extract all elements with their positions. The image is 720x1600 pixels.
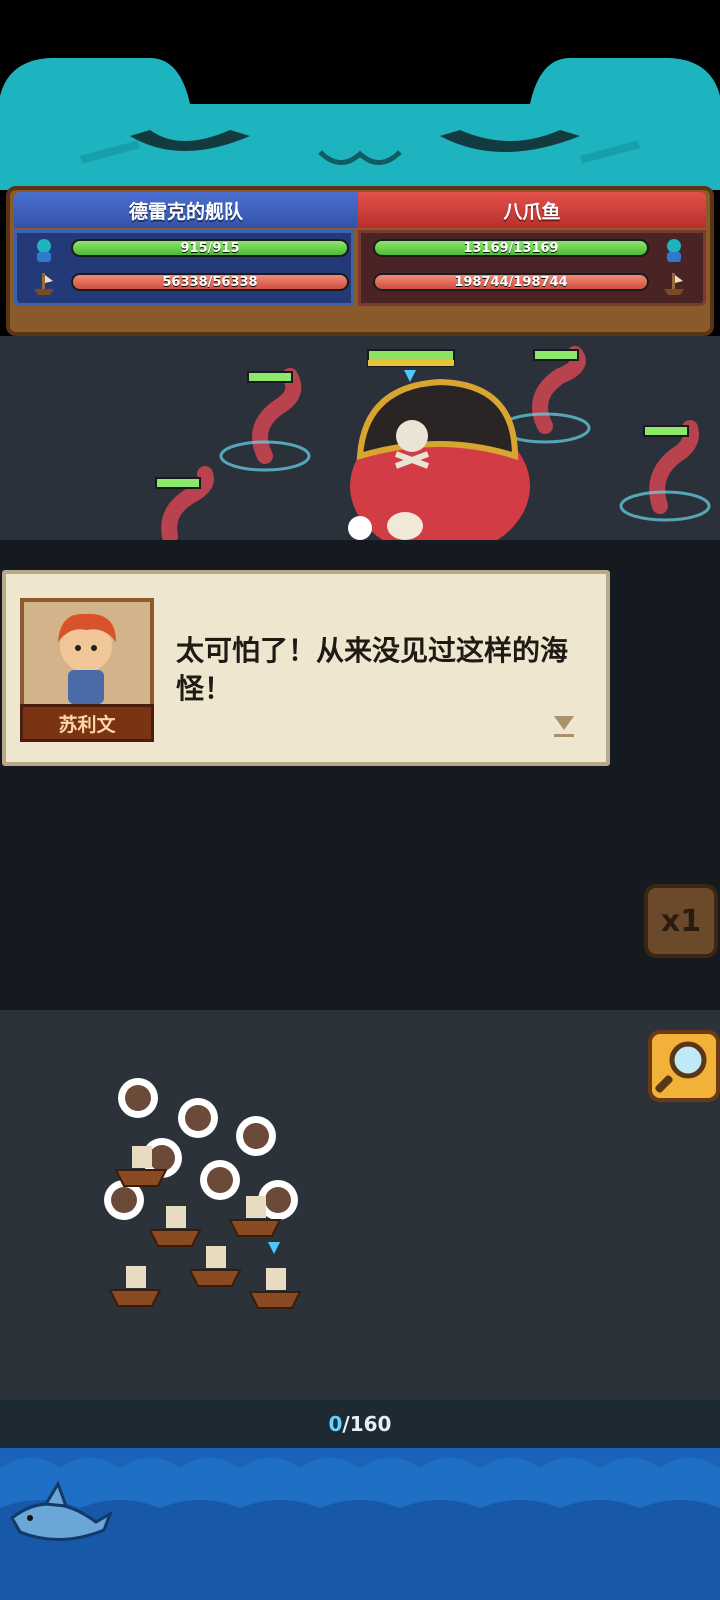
wave-counter: 0/160 [0, 1400, 720, 1448]
crew-icon [667, 239, 681, 262]
crew-icon [37, 239, 51, 262]
battle-status-board: 德雷克的舰队 八爪鱼 915/915 56338/56338 13169/131… [6, 186, 714, 336]
dialog-text: 太可怕了！从来没见过这样的海怪！ [176, 634, 569, 705]
left-crew-bar: 915/915 [71, 239, 349, 257]
waves [0, 1458, 720, 1600]
left-team-stats: 915/915 56338/56338 [14, 230, 354, 306]
battle-sea-lower [0, 1010, 720, 1400]
ship-icon [664, 273, 684, 295]
right-team-name: 八爪鱼 [358, 192, 706, 228]
dialog-box[interactable]: 苏利文 太可怕了！从来没见过这样的海怪！ [2, 570, 610, 766]
right-hull-bar: 198744/198744 [373, 273, 649, 291]
left-team-name: 德雷克的舰队 [14, 192, 358, 228]
counter-total: /160 [342, 1412, 392, 1436]
speaker-name: 苏利文 [20, 704, 154, 742]
magnifier-icon [655, 1041, 707, 1093]
battle-sea-upper [0, 336, 720, 540]
character-avatar [58, 613, 116, 704]
right-team-stats: 13169/13169 198744/198744 [358, 230, 706, 306]
top-black-bar [0, 0, 720, 56]
ship-icon [34, 273, 54, 295]
right-crew-bar: 13169/13169 [373, 239, 649, 257]
octopus-boss[interactable] [0, 336, 720, 540]
cat-face-header [0, 57, 720, 190]
left-hull-bar: 56338/56338 [71, 273, 349, 291]
next-arrow-icon[interactable] [552, 714, 576, 740]
speed-button[interactable]: x1 [644, 884, 718, 958]
ocean-footer [0, 1448, 720, 1600]
zoom-button[interactable] [648, 1030, 720, 1102]
player-fleet [104, 1078, 302, 1309]
counter-current: 0 [328, 1412, 343, 1436]
